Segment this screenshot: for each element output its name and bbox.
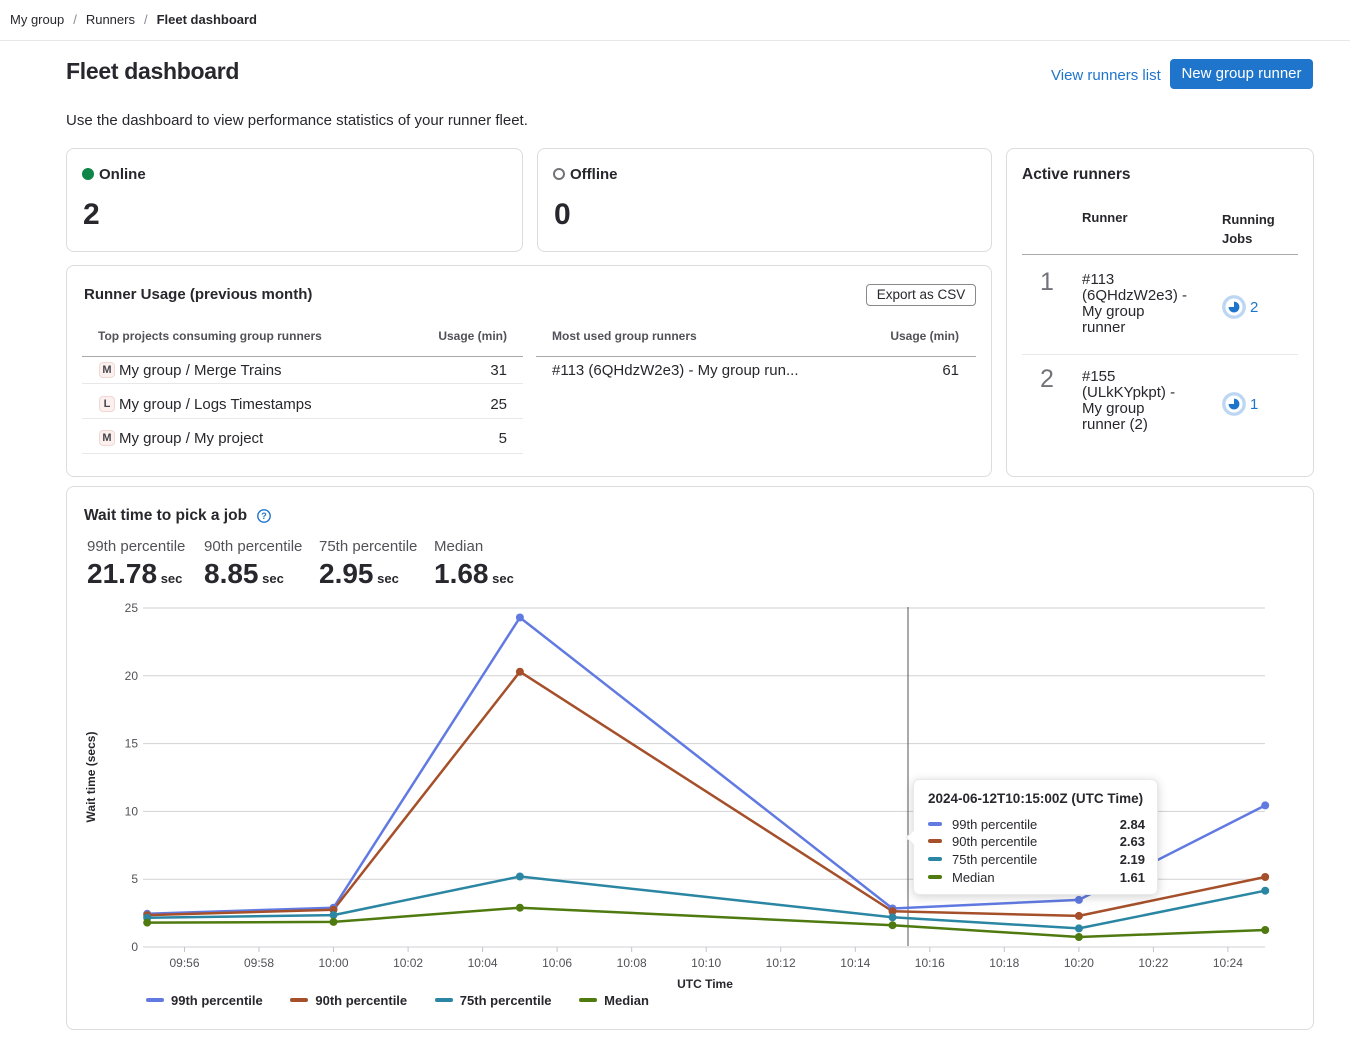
svg-text:10:06: 10:06: [542, 956, 572, 970]
svg-text:Wait time (secs): Wait time (secs): [84, 732, 98, 823]
svg-text:10:02: 10:02: [393, 956, 423, 970]
svg-text:10:04: 10:04: [468, 956, 498, 970]
svg-text:10:08: 10:08: [617, 956, 647, 970]
svg-text:10:14: 10:14: [840, 956, 870, 970]
svg-text:09:58: 09:58: [244, 956, 274, 970]
svg-text:15: 15: [125, 737, 139, 751]
svg-text:5: 5: [131, 872, 138, 886]
svg-text:10:16: 10:16: [915, 956, 945, 970]
svg-text:10:00: 10:00: [318, 956, 348, 970]
svg-text:10:10: 10:10: [691, 956, 721, 970]
svg-text:10: 10: [125, 804, 139, 818]
svg-text:20: 20: [125, 669, 139, 683]
svg-text:10:18: 10:18: [989, 956, 1019, 970]
svg-text:10:22: 10:22: [1138, 956, 1168, 970]
svg-text:25: 25: [125, 601, 139, 615]
svg-text:UTC Time: UTC Time: [677, 977, 733, 991]
svg-text:09:56: 09:56: [169, 956, 199, 970]
svg-text:10:20: 10:20: [1064, 956, 1094, 970]
svg-text:0: 0: [131, 940, 138, 954]
svg-text:10:24: 10:24: [1213, 956, 1243, 970]
svg-text:10:12: 10:12: [766, 956, 796, 970]
